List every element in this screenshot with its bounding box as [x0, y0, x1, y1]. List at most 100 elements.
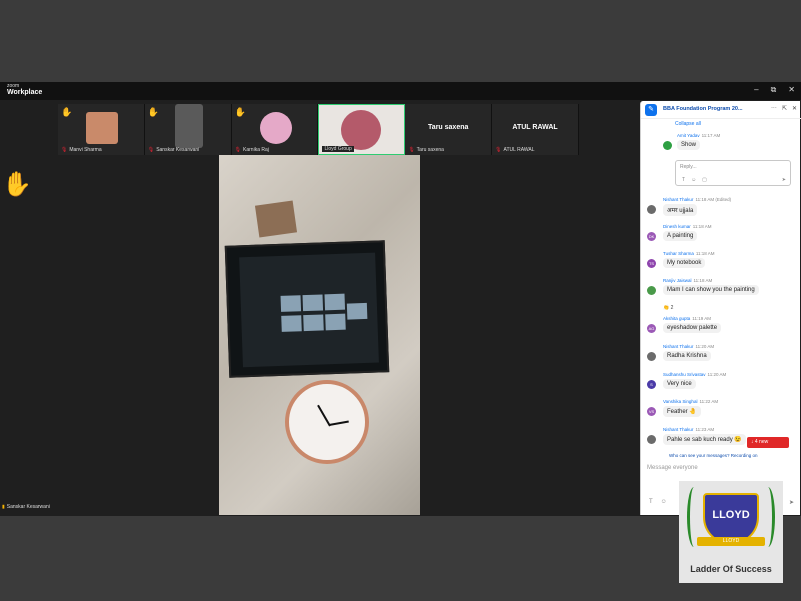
participant-strip: ✋ 🎙 Manvi Sharma ✋ 🎙 Sanskar Kesarwani ✋ 🎙… — [58, 104, 579, 155]
avatar — [647, 435, 656, 444]
logo-tagline: Ladder Of Success — [690, 564, 772, 574]
logo-shield-text: LLOYD — [712, 509, 750, 521]
message-text: Feather 🤚 — [663, 406, 701, 417]
message-meta: Tushar Sharma 11:18 AM — [663, 251, 715, 256]
message-text: Very nice — [663, 379, 696, 389]
participant-tile[interactable]: Taru saxena 🎙 Taru saxena — [405, 104, 493, 155]
raised-hand-icon: ✋ — [147, 107, 160, 117]
participant-name: 🎙 Karnika Raj — [234, 147, 269, 153]
video-object — [254, 200, 298, 238]
app-brand: zoom Workplace — [7, 84, 43, 97]
muted-mic-icon: 🎙 — [147, 147, 155, 153]
message-text: A painting — [663, 231, 698, 241]
participant-video — [341, 110, 382, 150]
participant-video — [86, 112, 118, 144]
restore-button[interactable]: ⧉ — [771, 85, 777, 95]
muted-mic-icon: 🎙 — [408, 147, 415, 153]
format-icon[interactable]: T — [682, 177, 685, 183]
muted-mic-icon: 🎙 — [495, 147, 502, 153]
message-meta: Ranjiv Jaiswal 11:18 AM — [663, 278, 713, 283]
participant-tile[interactable]: ✋ 🎙 Sanskar Kesarwani — [144, 104, 232, 155]
close-icon[interactable]: ✕ — [792, 105, 797, 112]
participant-name: 🎙 Taru saxena — [408, 147, 444, 153]
signal-icon: ▮ — [2, 504, 5, 510]
message-meta: Amit Yadav 11:17 AM — [677, 133, 721, 138]
title-bar: zoom Workplace – ⧉ ✕ — [0, 82, 801, 100]
avatar: TS — [647, 259, 656, 268]
message-text: अमर ujjala — [663, 204, 698, 216]
chat-title[interactable]: BBA Foundation Program 20... — [663, 106, 763, 112]
avatar — [647, 286, 656, 295]
participant-display-name: Taru saxena — [428, 124, 469, 131]
participant-name: 🎙 Manvi Sharma — [61, 147, 102, 153]
send-icon[interactable]: ➤ — [782, 177, 786, 183]
participant-tile[interactable]: ✋ 🎙 Karnika Raj — [231, 104, 319, 155]
popout-icon[interactable]: ⇱ — [782, 105, 787, 112]
avatar: AG — [647, 324, 656, 333]
muted-mic-icon: 🎙 — [234, 147, 242, 153]
chat-header: ✎ BBA Foundation Program 20... ··· ⇱ ✕ — [641, 101, 801, 119]
participant-name: Lloyd Group — [322, 146, 354, 152]
participant-video — [174, 104, 203, 148]
message-text: Radha Krishna — [663, 351, 711, 361]
message-tools: T ☺ — [649, 499, 667, 505]
message-meta: Nishant Thakur 11:18 AM (Edited) — [663, 197, 732, 202]
lloyd-logo: LLOYD LLOYD Ladder Of Success — [679, 481, 783, 583]
chat-header-actions: ··· ⇱ ✕ — [771, 105, 797, 112]
message-text: Show — [677, 140, 701, 150]
logo-ribbon: LLOYD — [697, 537, 765, 546]
muted-mic-icon: 🎙 — [61, 147, 68, 153]
brand-title: Workplace — [7, 89, 43, 96]
new-messages-badge[interactable]: ↓ 4 new — [747, 437, 789, 448]
avatar: S — [647, 380, 656, 389]
minimize-button[interactable]: – — [754, 85, 758, 95]
reply-input[interactable]: Reply... T ☺ ▢ ➤ — [675, 160, 791, 186]
more-icon[interactable]: ··· — [771, 105, 777, 112]
avatar — [647, 205, 656, 214]
message-meta: Sudhanshu Srivastav 11:20 AM — [663, 372, 727, 377]
chat-panel: ✎ BBA Foundation Program 20... ··· ⇱ ✕ C… — [640, 101, 801, 515]
collapse-all-link[interactable]: Collapse all — [675, 121, 701, 127]
message-meta: Dinesh kumar 11:18 AM — [663, 224, 712, 229]
window-controls: – ⧉ ✕ — [754, 85, 795, 95]
reaction-badge[interactable]: 👏 2 — [663, 305, 673, 311]
message-meta: Vanshika Singhal 11:22 AM — [663, 399, 719, 404]
format-icon[interactable]: T — [649, 499, 653, 505]
participant-tile[interactable]: ✋ 🎙 Manvi Sharma — [58, 104, 145, 155]
message-meta: Nishant Thakur 11:23 AM — [663, 427, 715, 432]
message-text: Pahle se sab kuch ready 😉 — [663, 434, 746, 445]
participant-name: 🎙 ATUL RAWAL — [495, 147, 535, 153]
send-icon[interactable]: ➤ — [789, 499, 794, 506]
participant-video — [259, 112, 292, 144]
reply-tools: T ☺ ▢ — [682, 177, 707, 183]
raised-hand-icon: ✋ — [234, 107, 246, 117]
main-video — [219, 155, 420, 515]
message-text: My notebook — [663, 258, 706, 268]
raised-hand-icon: ✋ — [61, 107, 73, 117]
emoji-icon[interactable]: ☺ — [691, 177, 696, 183]
participant-name: 🎙 Sanskar Kesarwani — [147, 147, 200, 153]
close-button[interactable]: ✕ — [788, 85, 795, 95]
reply-placeholder: Reply... — [680, 164, 697, 170]
message-input[interactable]: Message everyone — [647, 465, 698, 471]
compose-icon[interactable]: ✎ — [645, 104, 657, 116]
message-meta: Akshita gupta 11:19 AM — [663, 316, 711, 321]
message-text: Mam I can show you the painting — [663, 285, 759, 295]
emoji-icon[interactable]: ☺ — [661, 499, 667, 505]
desktop-background-top — [0, 0, 801, 82]
participant-display-name: ATUL RAWAL — [512, 124, 558, 131]
message-meta: Nishant Thakur 11:20 AM — [663, 344, 715, 349]
avatar: VS — [647, 407, 656, 416]
self-view-label: ▮ Sanskar Kesarwani — [2, 504, 50, 510]
message-text: eyeshadow palette — [663, 323, 722, 333]
who-can-see-link[interactable]: Who can see your messages? Recording on — [669, 453, 758, 458]
avatar — [647, 352, 656, 361]
participant-tile-active[interactable]: Lloyd Group — [318, 104, 406, 155]
photo-frame-image — [224, 240, 390, 378]
wall-clock-image — [285, 380, 369, 464]
avatar — [663, 141, 672, 150]
avatar: DK — [647, 232, 656, 241]
raised-hand-icon: ✋ — [2, 171, 32, 198]
participant-tile[interactable]: ATUL RAWAL 🎙 ATUL RAWAL — [492, 104, 579, 155]
file-icon[interactable]: ▢ — [702, 177, 707, 183]
